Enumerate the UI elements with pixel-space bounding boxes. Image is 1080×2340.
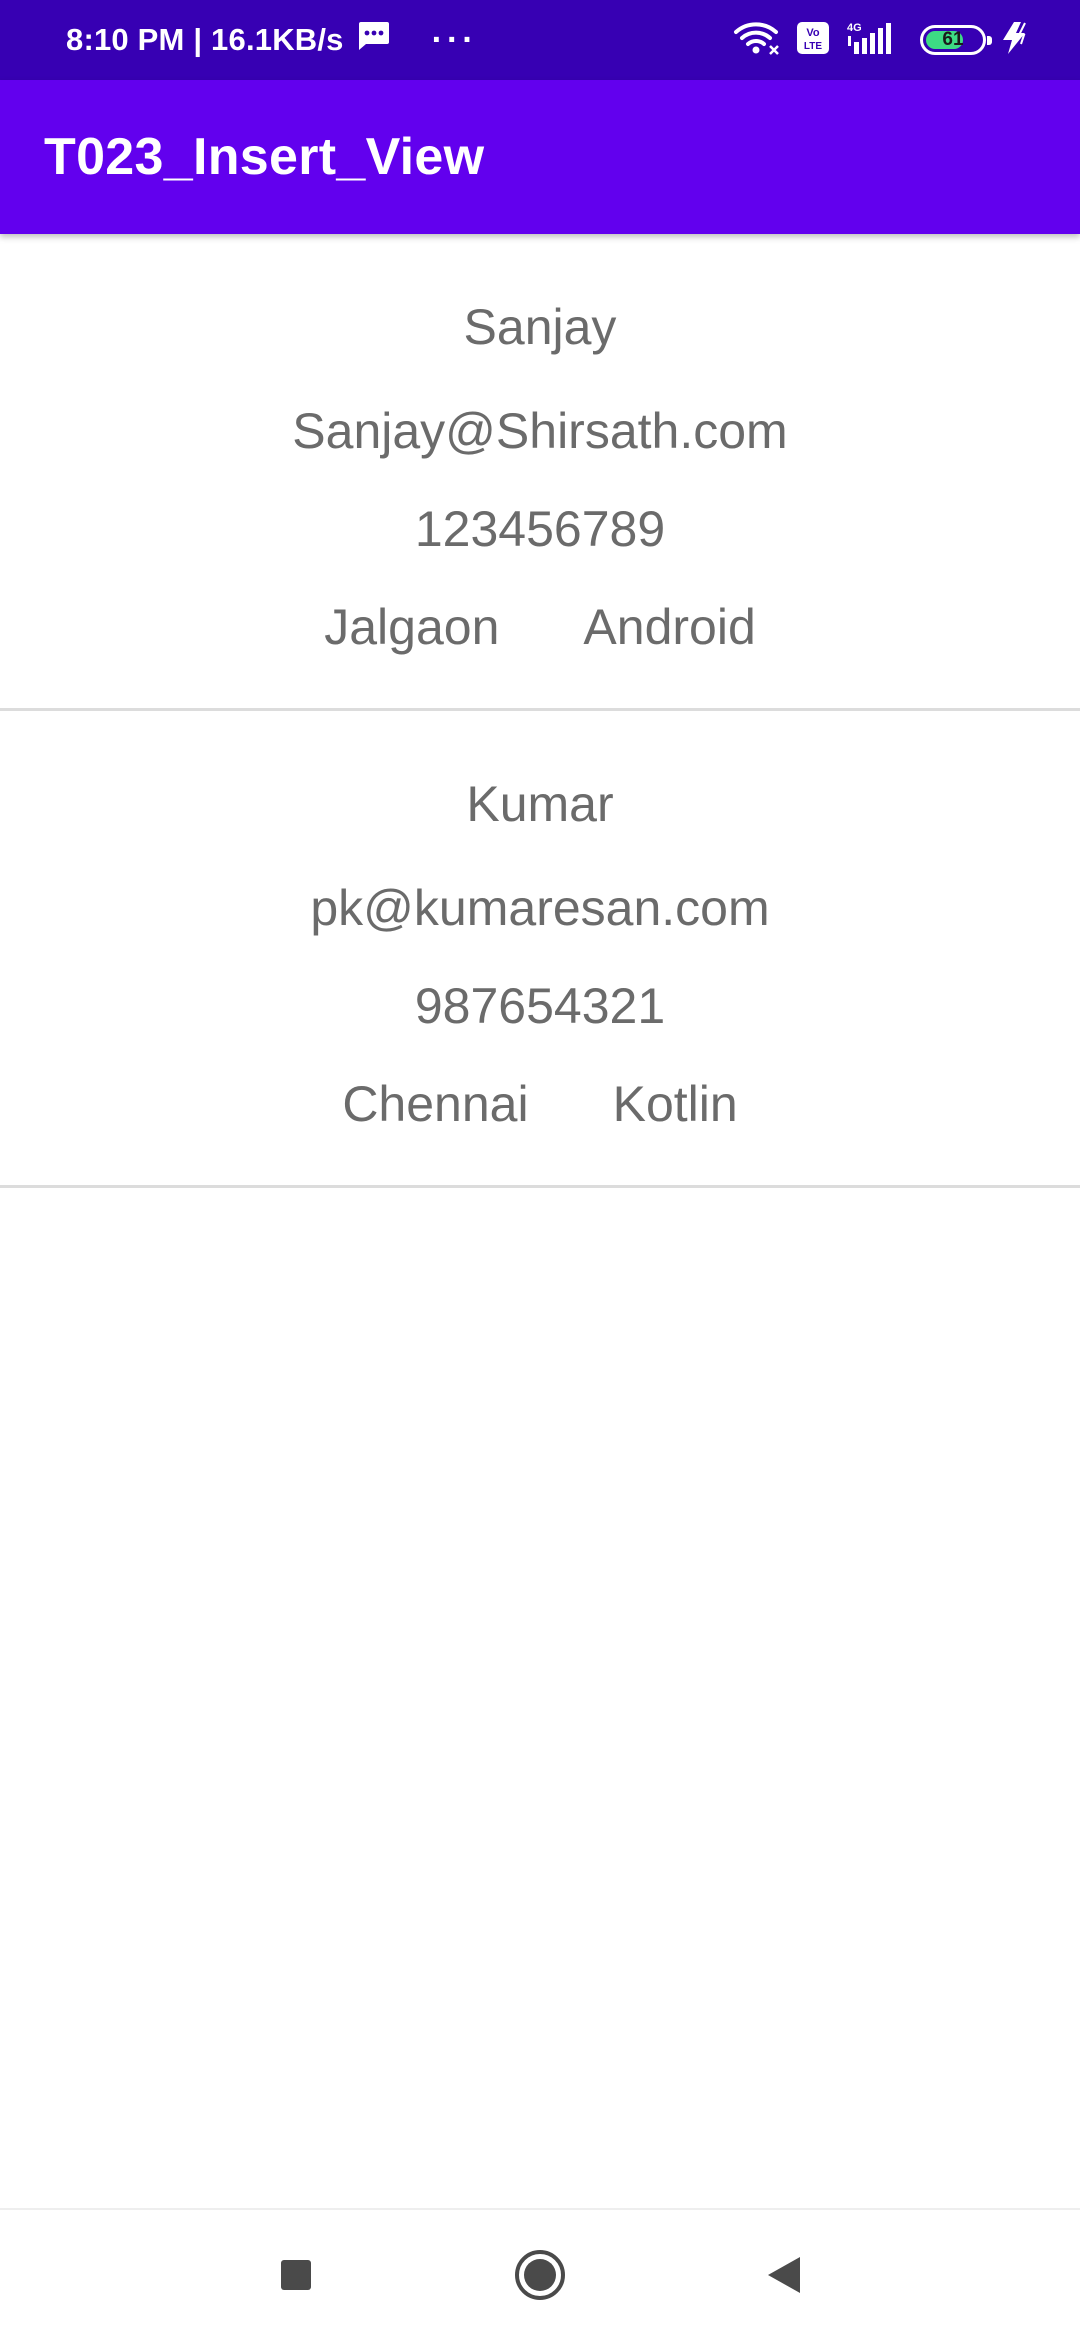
record-name: Sanjay xyxy=(463,299,617,355)
home-icon[interactable] xyxy=(510,2245,570,2305)
battery-percent: 61 xyxy=(942,29,964,50)
status-left: 8:10 PM | 16.1KB/s ··· xyxy=(66,0,478,80)
back-icon[interactable] xyxy=(754,2245,814,2305)
record-name: Kumar xyxy=(466,776,614,832)
list-item[interactable]: Kumar pk@kumaresan.com 987654321 Chennai… xyxy=(0,711,1080,1188)
record-phone: 987654321 xyxy=(414,978,666,1034)
charging-icon xyxy=(1000,21,1030,60)
recents-icon[interactable] xyxy=(266,2245,326,2305)
record-phone: 123456789 xyxy=(414,501,666,557)
record-email: Sanjay@Shirsath.com xyxy=(292,403,788,459)
record-city: Chennai xyxy=(342,1076,529,1132)
records-list[interactable]: Sanjay Sanjay@Shirsath.com 123456789 Jal… xyxy=(0,234,1080,1188)
status-time-speed: 8:10 PM | 16.1KB/s xyxy=(66,22,344,57)
list-item[interactable]: Sanjay Sanjay@Shirsath.com 123456789 Jal… xyxy=(0,234,1080,711)
svg-text:4G: 4G xyxy=(847,22,862,34)
app-title: T023_Insert_View xyxy=(44,128,485,186)
app-bar: T023_Insert_View xyxy=(0,80,1080,234)
signal-4g-icon: 4G xyxy=(844,20,906,61)
message-notification-icon xyxy=(356,20,390,60)
record-city-course: Chennai Kotlin xyxy=(342,1055,737,1153)
status-right: Vo LTE 4G 61 xyxy=(732,0,1030,80)
wifi-icon xyxy=(732,20,782,61)
record-city-course: Jalgaon Android xyxy=(324,578,756,676)
record-city: Jalgaon xyxy=(324,599,500,655)
record-course: Android xyxy=(583,599,756,655)
volte-icon: Vo LTE xyxy=(796,21,830,60)
svg-text:Vo: Vo xyxy=(806,27,820,39)
more-notifications-icon: ··· xyxy=(431,20,478,59)
record-email: pk@kumaresan.com xyxy=(310,880,770,936)
svg-text:LTE: LTE xyxy=(804,41,822,52)
battery-icon: 61 xyxy=(920,25,992,55)
status-bar: 8:10 PM | 16.1KB/s ··· Vo LTE 4G 61 xyxy=(0,0,1080,80)
record-course: Kotlin xyxy=(612,1076,738,1132)
navigation-bar xyxy=(0,2208,1080,2340)
